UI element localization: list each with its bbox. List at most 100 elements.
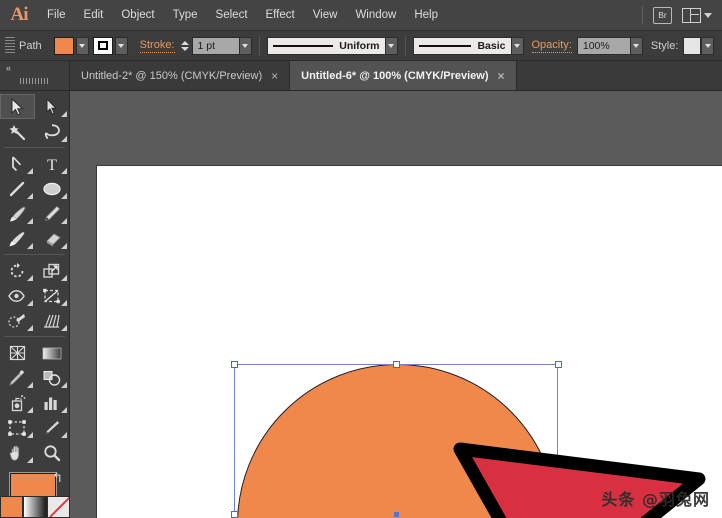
- tool-more-triangle-icon: [61, 136, 67, 142]
- tool-slice[interactable]: [35, 415, 70, 440]
- fill-dropdown-button[interactable]: [75, 36, 89, 55]
- document-tab-bar: « Untitled-2* @ 150% (CMYK/Preview) × Un…: [0, 61, 722, 91]
- tool-blend[interactable]: [35, 365, 70, 390]
- tool-paintbrush[interactable]: [0, 201, 35, 226]
- tool-eraser[interactable]: [35, 226, 70, 251]
- opacity-label[interactable]: Opacity:: [531, 39, 572, 53]
- arrange-documents-button[interactable]: [682, 7, 712, 23]
- color-mode-color[interactable]: [0, 496, 24, 518]
- tool-more-triangle-icon: [61, 111, 67, 117]
- stepper-up-icon[interactable]: [181, 40, 189, 45]
- opacity-input[interactable]: 100%: [576, 36, 630, 55]
- tool-scale[interactable]: [35, 258, 70, 283]
- tool-row: [0, 283, 69, 308]
- stroke-label[interactable]: Stroke:: [139, 39, 175, 53]
- tab-bar-filler: [516, 61, 722, 90]
- tool-more-triangle-icon: [26, 407, 33, 413]
- opacity-dropdown[interactable]: [629, 36, 643, 55]
- fill-swatch[interactable]: [53, 36, 74, 55]
- graphic-style-swatch[interactable]: [683, 36, 702, 55]
- selection-handle-top-right[interactable]: [555, 361, 562, 368]
- variable-width-profile-combo[interactable]: Uniform: [266, 36, 398, 55]
- brush-dropdown[interactable]: [510, 36, 524, 55]
- menu-window[interactable]: Window: [346, 0, 405, 31]
- menu-view[interactable]: View: [304, 0, 347, 31]
- brush-label: Basic: [477, 39, 506, 52]
- illustrator-window: Ai File Edit Object Type Select Effect V…: [0, 0, 722, 518]
- fill-color-control[interactable]: [53, 36, 89, 55]
- tool-direct-selection[interactable]: [35, 94, 70, 119]
- tool-panel-header: «: [0, 61, 70, 90]
- tool-symbol-sprayer[interactable]: [0, 390, 35, 415]
- selection-handle-mid-left[interactable]: [231, 511, 238, 518]
- style-label: Style:: [650, 39, 679, 52]
- control-bar-grip[interactable]: [5, 36, 15, 55]
- tool-eyedropper[interactable]: [0, 365, 35, 390]
- tool-hand[interactable]: [0, 440, 35, 465]
- width-profile-selector[interactable]: Uniform: [266, 36, 385, 55]
- tool-column-graph[interactable]: [35, 390, 70, 415]
- tool-type[interactable]: T: [35, 151, 70, 176]
- stroke-weight-input[interactable]: 1 pt: [191, 36, 239, 55]
- document-canvas-area[interactable]: 头条 @羽兔网: [70, 91, 722, 518]
- brush-selector[interactable]: Basic: [412, 36, 511, 55]
- brush-definition-combo[interactable]: Basic: [412, 36, 524, 55]
- tool-width[interactable]: [0, 283, 35, 308]
- tool-line-segment[interactable]: [0, 176, 35, 201]
- tool-pencil[interactable]: [35, 201, 70, 226]
- width-profile-dropdown[interactable]: [384, 36, 398, 55]
- opacity-combo[interactable]: 100%: [576, 36, 643, 55]
- menu-effect[interactable]: Effect: [257, 0, 304, 31]
- artboard[interactable]: 头条 @羽兔网: [96, 165, 722, 518]
- tool-more-triangle-icon: [26, 457, 33, 463]
- menu-file[interactable]: File: [38, 0, 75, 31]
- document-tab-untitled-2[interactable]: Untitled-2* @ 150% (CMYK/Preview) ×: [70, 61, 291, 90]
- chevron-down-icon: [79, 43, 86, 48]
- tool-more-triangle-icon: [61, 168, 67, 174]
- stroke-dropdown-button[interactable]: [114, 36, 128, 55]
- document-tab-untitled-6[interactable]: Untitled-6* @ 100% (CMYK/Preview) ×: [290, 61, 517, 90]
- tool-zoom[interactable]: [35, 440, 70, 465]
- tool-perspective-grid[interactable]: [35, 308, 70, 333]
- stroke-color-control[interactable]: [92, 36, 128, 55]
- swap-fill-stroke-icon[interactable]: ↰: [52, 471, 63, 484]
- color-mode-none[interactable]: [46, 496, 70, 518]
- tool-gradient[interactable]: [35, 340, 70, 365]
- bridge-icon[interactable]: Br: [653, 6, 672, 24]
- menu-select[interactable]: Select: [207, 0, 257, 31]
- menu-edit[interactable]: Edit: [75, 0, 113, 31]
- selection-handle-top-center[interactable]: [393, 361, 400, 368]
- tool-selection[interactable]: [0, 94, 35, 119]
- collapse-panel-icon[interactable]: «: [0, 61, 11, 73]
- tool-pen[interactable]: [0, 151, 35, 176]
- stepper-down-icon[interactable]: [181, 46, 189, 51]
- tool-magic-wand[interactable]: [0, 119, 35, 144]
- tool-blob-brush[interactable]: [0, 226, 35, 251]
- close-icon[interactable]: ×: [498, 70, 505, 82]
- stroke-swatch[interactable]: [92, 36, 113, 55]
- tool-artboard[interactable]: [0, 415, 35, 440]
- tool-panel-grip[interactable]: [20, 78, 50, 84]
- width-profile-label: Uniform: [339, 39, 380, 52]
- tool-lasso[interactable]: [35, 119, 70, 144]
- tool-mesh[interactable]: [0, 340, 35, 365]
- tool-more-triangle-icon: [61, 275, 67, 281]
- graphic-style-combo[interactable]: [683, 36, 715, 55]
- tool-ellipse[interactable]: [35, 176, 70, 201]
- stroke-weight-stepper[interactable]: [180, 37, 191, 55]
- color-mode-gradient[interactable]: [23, 496, 47, 518]
- menu-help[interactable]: Help: [405, 0, 447, 31]
- menu-type[interactable]: Type: [164, 0, 207, 31]
- stroke-weight-combo[interactable]: 1 pt: [191, 36, 252, 55]
- menu-object[interactable]: Object: [112, 0, 163, 31]
- tool-shape-builder[interactable]: [0, 308, 35, 333]
- tool-more-triangle-icon: [26, 275, 33, 281]
- stroke-weight-dropdown[interactable]: [238, 36, 252, 55]
- close-icon[interactable]: ×: [271, 70, 278, 82]
- tool-row: [0, 308, 69, 333]
- selection-handle-top-left[interactable]: [231, 361, 238, 368]
- document-tab-title: Untitled-6* @ 100% (CMYK/Preview): [301, 69, 489, 82]
- tool-free-transform[interactable]: [35, 283, 70, 308]
- tool-rotate[interactable]: [0, 258, 35, 283]
- graphic-style-dropdown[interactable]: [701, 36, 715, 55]
